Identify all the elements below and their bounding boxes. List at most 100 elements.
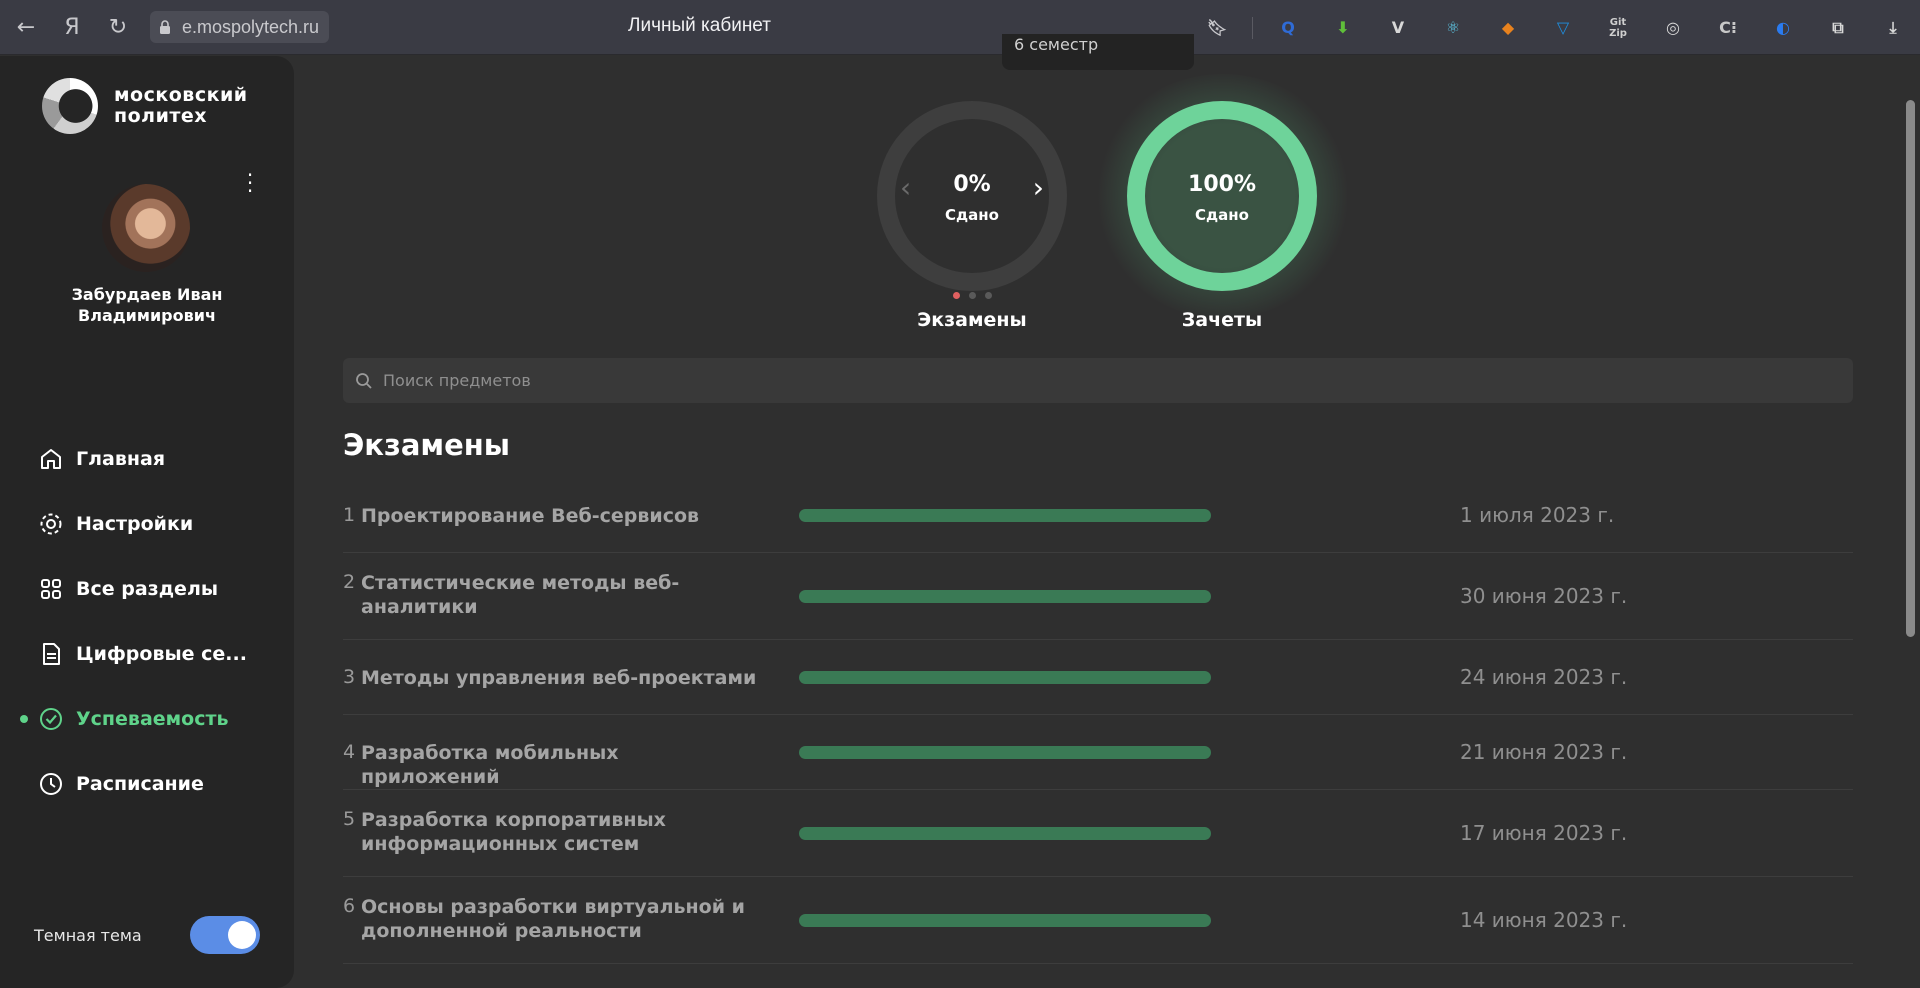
exam-date: 21 июня 2023 г. (1460, 739, 1628, 764)
exam-name: Методы управления веб-проектами (361, 666, 757, 689)
credits-percent: 100% (1188, 172, 1256, 197)
gitzip-ext-icon[interactable]: Git Zip (1601, 11, 1635, 45)
vue-devtools-ext-icon[interactable]: V (1381, 11, 1415, 45)
tonkeeper-ext-icon[interactable]: ▽ (1546, 11, 1580, 45)
exam-number: 4 (343, 740, 356, 763)
sidebar-item-label: Успеваемость (76, 707, 229, 730)
page-title: Личный кабинет (628, 15, 771, 36)
sidebar-item-gear[interactable]: Настройки (0, 491, 294, 556)
download-arrow-ext-icon[interactable]: ⬇ (1326, 11, 1360, 45)
exam-name: Разработка корпоративных информационных … (361, 808, 666, 855)
reload-icon[interactable]: ↻ (98, 7, 138, 47)
table-row[interactable]: 1 Проектирование Веб-сервисов 1 июля 2023 … (343, 478, 1853, 553)
table-row[interactable]: 5 Разработка корпоративных информационных… (343, 790, 1853, 877)
exam-date: 24 июня 2023 г. (1460, 664, 1628, 689)
sidebar-item-clock[interactable]: Расписание (0, 751, 294, 816)
exam-date: 17 июня 2023 г. (1460, 820, 1628, 845)
page-scrollbar[interactable] (1906, 100, 1915, 637)
ring-next-arrow-icon[interactable]: › (1033, 174, 1044, 202)
toggle-knob (228, 921, 256, 949)
logo-mark-icon (42, 78, 98, 134)
exam-date: 1 июля 2023 г. (1460, 502, 1615, 527)
table-row[interactable]: 4 Разработка мобильных приложений 21 июня … (343, 715, 1853, 790)
sidebar-item-label: Все разделы (76, 577, 219, 600)
exam-name: Статистические методы веб-аналитики (361, 571, 680, 618)
credits-ring-label: Зачеты (1181, 309, 1263, 331)
logo-line-1: московский (114, 84, 248, 106)
back-icon[interactable]: ← (6, 7, 46, 47)
metamask-ext-icon[interactable]: ◆ (1491, 11, 1525, 45)
code-ext-icon[interactable]: C⁝ (1711, 11, 1745, 45)
sidebar-nav: Главная Настройки Все разделы Цифровые се..… (0, 426, 294, 816)
sidebar-item-label: Цифровые се... (76, 642, 247, 665)
react-devtools-ext-icon[interactable]: ⚛ (1436, 11, 1470, 45)
exam-progress-bar (799, 508, 1211, 522)
exam-progress-bar (799, 745, 1211, 759)
target-ext-icon[interactable]: ◎ (1656, 11, 1690, 45)
page-dot[interactable] (984, 292, 992, 299)
theme-label: Темная тема (34, 925, 142, 945)
exam-progress-bar (799, 826, 1211, 840)
sidebar: московский политех · · · Забурдаев Иван Вл… (0, 56, 294, 988)
sidebar-item-label: Расписание (76, 772, 204, 795)
downloads-icon[interactable]: ⤓ (1876, 11, 1910, 45)
browser-toolbar: ← Я ↻ e.mospolytech.ru Личный кабинет 🔖︎… (0, 0, 1920, 55)
dark-theme-toggle[interactable] (190, 916, 260, 954)
exam-name: Проектирование Веб-сервисов (361, 504, 700, 527)
check-circle-icon (40, 707, 62, 730)
sidebar-item-label: Главная (76, 447, 166, 470)
logo-line-2: политех (114, 105, 208, 127)
table-row[interactable]: 2 Статистические методы веб-аналитики 30 и… (343, 553, 1853, 640)
clock-icon (40, 772, 62, 795)
logo-text: московский политех (114, 85, 248, 127)
sidebar-item-home[interactable]: Главная (0, 426, 294, 491)
page-dot-active[interactable] (952, 292, 960, 299)
sidebar-item-document[interactable]: Цифровые се... (0, 621, 294, 686)
ring-pagination (876, 292, 1068, 299)
search-icon (356, 372, 372, 389)
exam-number: 6 (343, 894, 356, 917)
user-name: Забурдаев Иван Владимирович (71, 285, 223, 325)
subject-search[interactable] (343, 358, 1853, 403)
active-indicator (20, 714, 28, 723)
gear-icon (40, 513, 62, 534)
exam-date: 14 июня 2023 г. (1460, 907, 1628, 932)
home-icon (41, 448, 61, 469)
table-row[interactable]: 3 Методы управления веб-проектами 24 июня … (343, 640, 1853, 715)
extensions-bar: 🔖︎ Q ⬇ V ⚛ ◆ ▽ Git Zip ◎ C⁝ ◐ ⧉ ⤓ (1179, 0, 1920, 55)
exam-progress-bar (799, 589, 1211, 603)
sidebar-item-check-circle[interactable]: Успеваемость (0, 686, 294, 751)
exam-number: 1 (343, 503, 356, 526)
address-bar[interactable]: e.mospolytech.ru (150, 11, 330, 43)
exams-progress-ring: ‹ 0% Сдано › (876, 100, 1068, 299)
extensions-puzzle-icon[interactable]: ⧉ (1821, 11, 1855, 45)
section-title: Экзамены (343, 428, 511, 462)
exam-name: Основы разработки виртуальной и дополнен… (361, 895, 745, 942)
sidebar-item-grid[interactable]: Все разделы (0, 556, 294, 621)
exams-ring-label: Экзамены (917, 309, 1027, 331)
semester-selector[interactable]: 6 семестр (1002, 34, 1194, 70)
url-text: e.mospolytech.ru (182, 16, 320, 37)
page-dot[interactable] (968, 292, 976, 299)
kebab-menu-icon[interactable]: · · · (240, 165, 260, 201)
search-input[interactable] (383, 371, 1783, 390)
exam-number: 3 (343, 665, 356, 688)
exam-progress-bar (799, 670, 1211, 684)
blue-ext-icon[interactable]: ◐ (1766, 11, 1800, 45)
grid-icon (41, 578, 61, 599)
avatar[interactable] (102, 184, 190, 272)
credits-progress-ring: 100% Сдано (1126, 100, 1318, 292)
exams-sub: Сдано (945, 206, 999, 224)
credits-sub: Сдано (1195, 206, 1249, 224)
exam-number: 5 (343, 807, 356, 830)
exam-name: Разработка мобильных приложений (361, 741, 619, 788)
bookmark-icon[interactable]: 🔖︎ (1200, 11, 1234, 45)
lock-icon (160, 20, 170, 34)
document-icon (43, 642, 60, 665)
exam-progress-bar (799, 913, 1211, 927)
yandex-icon[interactable]: Я (52, 7, 92, 47)
table-row[interactable]: 6 Основы разработки виртуальной и дополне… (343, 877, 1853, 964)
search-ext-icon[interactable]: Q (1271, 11, 1305, 45)
exam-date: 30 июня 2023 г. (1460, 583, 1628, 608)
university-logo[interactable]: московский политех (42, 78, 248, 134)
